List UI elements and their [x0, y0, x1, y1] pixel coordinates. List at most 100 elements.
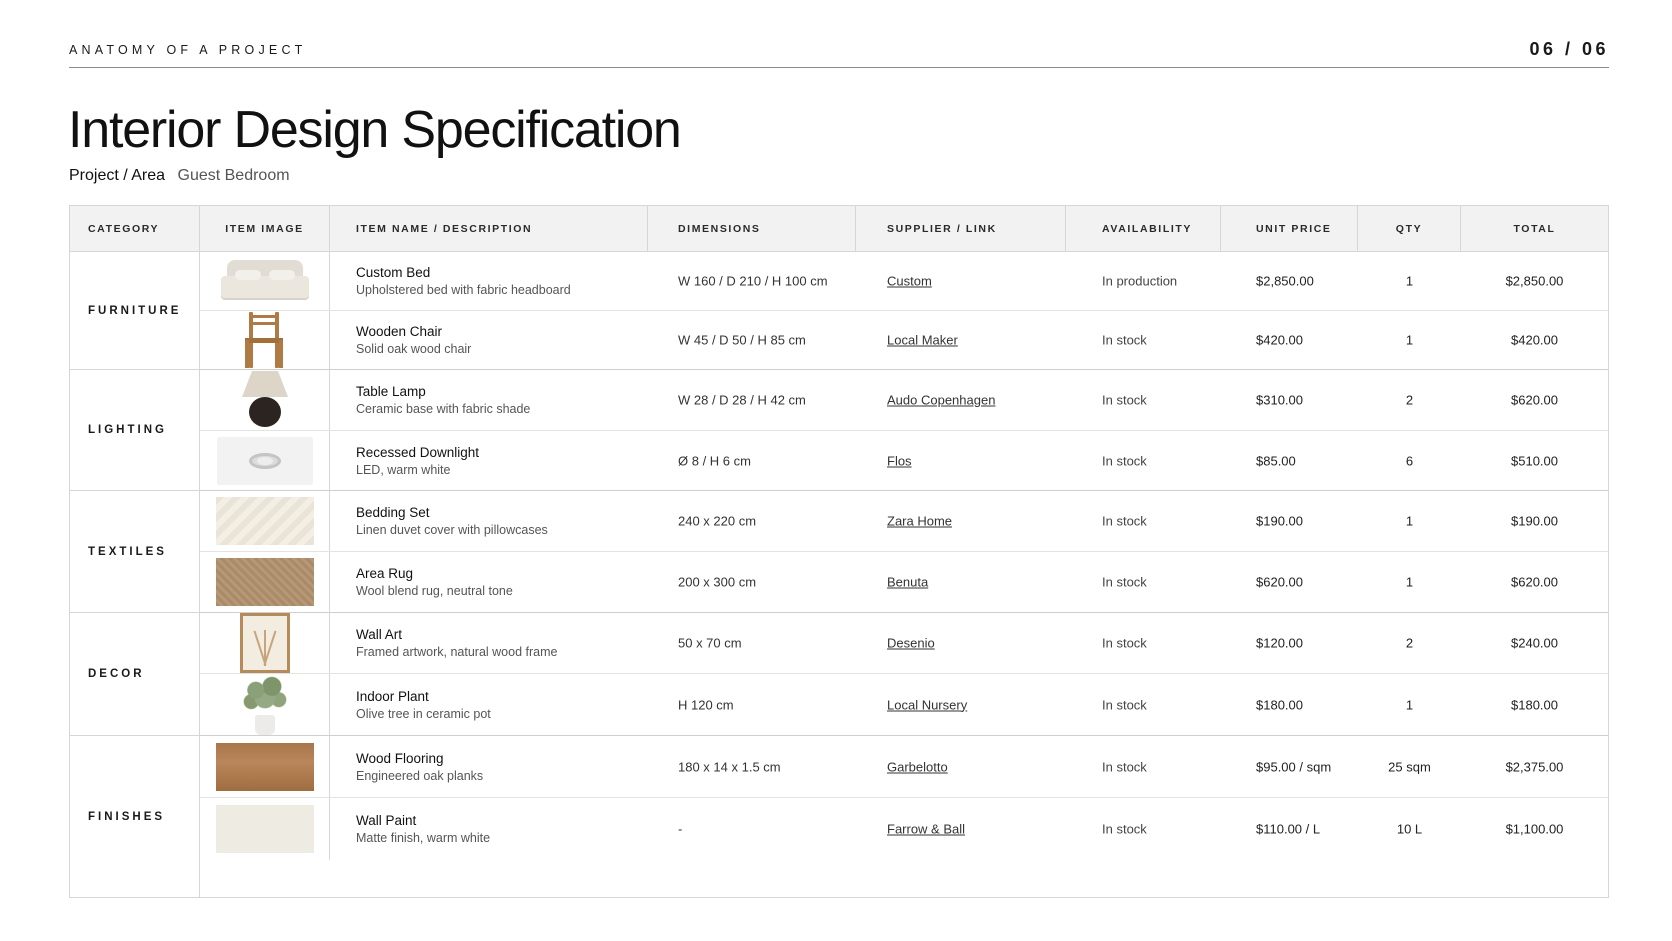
image-cell	[200, 370, 330, 430]
category-label: TEXTILES	[88, 545, 167, 558]
header-unit-price: UNIT PRICE	[1221, 206, 1358, 252]
category-label: LIGHTING	[88, 424, 167, 436]
project-label: Project / Area	[69, 167, 166, 184]
total-cell: $190.00	[1511, 513, 1558, 529]
supplier-link[interactable]: Local Maker	[887, 333, 958, 348]
image-cell	[200, 431, 330, 490]
plant-image	[240, 674, 290, 735]
item-name-cell: Wall Art Framed artwork, natural wood fr…	[356, 627, 557, 659]
unit-price-cell: $95.00 / sqm	[1256, 759, 1332, 774]
header-item-name: ITEM NAME / DESCRIPTION	[330, 206, 648, 252]
dimensions-cell: -	[678, 821, 683, 837]
total-cell: $180.00	[1511, 697, 1558, 712]
category-column: FURNITURE LIGHTING TEXTILES DECOR FINISH…	[70, 252, 200, 897]
unit-price-cell: $2,850.00	[1256, 273, 1314, 289]
qty-cell: 2	[1405, 635, 1414, 651]
availability-cell: In stock	[1102, 453, 1147, 468]
item-name: Wall Paint	[356, 813, 417, 828]
project-area: Project / Area Guest Bedroom	[69, 167, 290, 185]
unit-price-cell: $85.00	[1256, 453, 1296, 468]
table-row: Table Lamp Ceramic base with fabric shad…	[200, 370, 1608, 431]
image-cell	[200, 798, 330, 860]
supplier-link[interactable]: Benuta	[887, 575, 928, 590]
image-cell	[200, 552, 330, 612]
lamp-image	[240, 371, 290, 429]
item-name: Table Lamp	[356, 384, 426, 399]
image-cell	[200, 311, 330, 369]
item-name: Custom Bed	[356, 265, 431, 280]
qty-cell: 1	[1405, 574, 1414, 590]
wall-art-image	[239, 613, 290, 673]
dimensions-cell: 180 x 14 x 1.5 cm	[678, 759, 781, 774]
rug-image	[215, 558, 314, 606]
item-name-cell: Indoor Plant Olive tree in ceramic pot	[356, 689, 491, 721]
qty-cell: 1	[1405, 273, 1414, 289]
table-row: Indoor Plant Olive tree in ceramic pot H…	[200, 674, 1608, 736]
dimensions-cell: H 120 cm	[678, 697, 734, 712]
supplier-link[interactable]: Zara Home	[887, 514, 952, 529]
table-row: Area Rug Wool blend rug, neutral tone 20…	[200, 552, 1608, 613]
image-cell	[200, 252, 330, 310]
supplier-link[interactable]: Garbelotto	[887, 759, 948, 774]
table-row: Wood Flooring Engineered oak planks 180 …	[200, 736, 1608, 798]
supplier-link[interactable]: Farrow & Ball	[887, 822, 965, 837]
unit-price-cell: $180.00	[1256, 697, 1303, 712]
qty-cell: 6	[1405, 453, 1414, 468]
supplier-link[interactable]: Local Nursery	[887, 697, 967, 712]
item-name-cell: Wooden Chair Solid oak wood chair	[356, 324, 471, 356]
total-cell: $420.00	[1511, 332, 1558, 348]
bedding-image	[215, 497, 314, 545]
table-row: Wall Art Framed artwork, natural wood fr…	[200, 613, 1608, 674]
dimensions-cell: W 45 / D 50 / H 85 cm	[678, 332, 806, 348]
availability-cell: In production	[1102, 273, 1178, 289]
availability-cell: In stock	[1102, 513, 1147, 529]
section-kicker: ANATOMY OF A PROJECT	[69, 43, 307, 57]
item-name: Wood Flooring	[356, 750, 444, 766]
unit-price-cell: $310.00	[1256, 392, 1303, 408]
header-category: CATEGORY	[70, 206, 200, 252]
item-name-cell: Bedding Set Linen duvet cover with pillo…	[356, 505, 548, 537]
item-description: Ceramic base with fabric shade	[356, 402, 531, 416]
item-description: Solid oak wood chair	[356, 342, 472, 356]
supplier-link[interactable]: Flos	[887, 453, 912, 468]
wood-flooring-image	[215, 742, 314, 791]
table-row: Bedding Set Linen duvet cover with pillo…	[200, 491, 1608, 552]
unit-price-cell: $120.00	[1256, 635, 1303, 651]
item-name: Wooden Chair	[356, 324, 443, 339]
qty-cell: 10 L	[1396, 821, 1423, 837]
item-name-cell: Wood Flooring Engineered oak planks	[356, 751, 483, 783]
availability-cell: In stock	[1102, 332, 1147, 348]
item-name-cell: Table Lamp Ceramic base with fabric shad…	[356, 384, 530, 416]
header-item-image: ITEM IMAGE	[200, 206, 330, 252]
availability-cell: In stock	[1102, 574, 1147, 590]
item-name: Recessed Downlight	[356, 444, 480, 460]
dimensions-cell: 50 x 70 cm	[678, 635, 742, 651]
dimensions-cell: 200 x 300 cm	[678, 574, 757, 590]
qty-cell: 2	[1405, 392, 1414, 408]
supplier-link[interactable]: Custom	[887, 274, 932, 289]
supplier-link[interactable]: Audo Copenhagen	[887, 393, 995, 408]
category-finishes: FINISHES	[70, 736, 200, 897]
item-name-cell: Area Rug Wool blend rug, neutral tone	[356, 566, 513, 598]
unit-price-cell: $190.00	[1256, 513, 1303, 529]
item-name: Bedding Set	[356, 505, 430, 520]
category-textiles: TEXTILES	[70, 491, 200, 613]
header-dimensions: DIMENSIONS	[648, 206, 856, 252]
availability-cell: In stock	[1102, 635, 1147, 651]
dimensions-cell: W 160 / D 210 / H 100 cm	[678, 273, 828, 289]
downlight-image	[216, 436, 313, 485]
supplier-link[interactable]: Desenio	[887, 636, 935, 651]
bed-image	[220, 258, 309, 304]
header-supplier: SUPPLIER / LINK	[856, 206, 1066, 252]
availability-cell: In stock	[1102, 697, 1147, 712]
project-value: Guest Bedroom	[177, 167, 290, 184]
page-title: Interior Design Specification	[68, 101, 682, 159]
total-cell: $1,100.00	[1505, 821, 1564, 837]
wall-paint-image	[215, 805, 314, 853]
image-cell	[200, 736, 330, 797]
category-furniture: FURNITURE	[70, 252, 200, 370]
total-cell: $2,375.00	[1505, 759, 1564, 774]
category-lighting: LIGHTING	[70, 370, 200, 491]
item-description: Engineered oak planks	[356, 768, 484, 783]
image-cell	[200, 613, 330, 673]
